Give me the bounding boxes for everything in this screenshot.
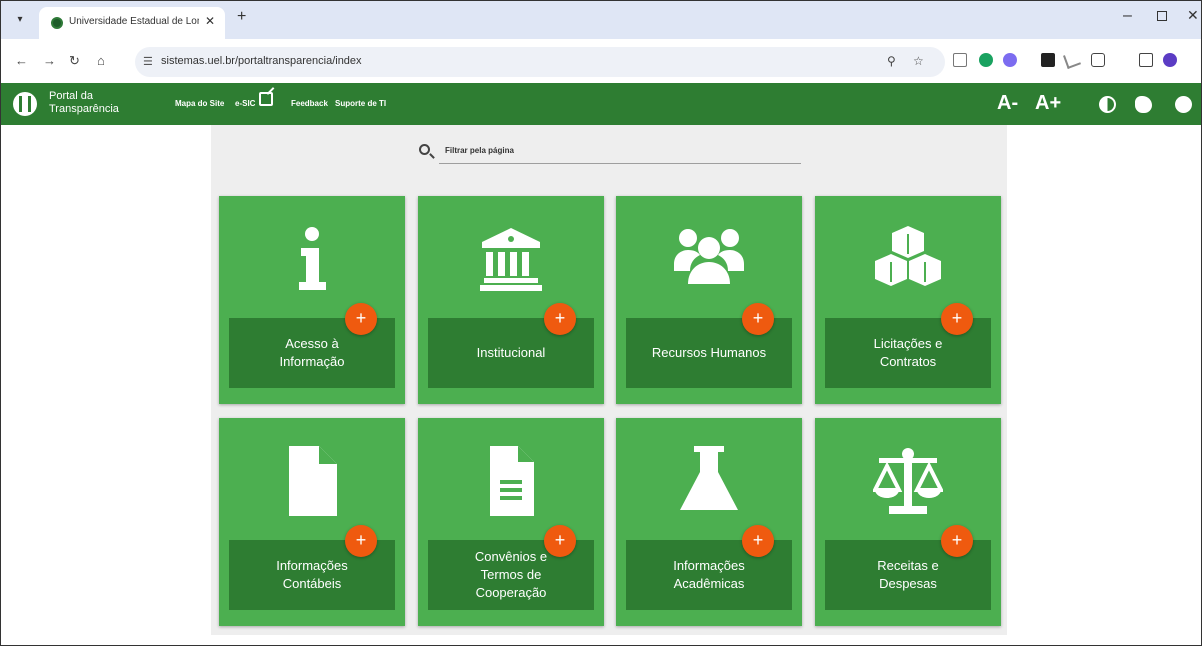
tab-favicon-icon: [51, 17, 63, 29]
site-info-icon[interactable]: ☰: [143, 55, 153, 68]
expand-plus-button[interactable]: +: [742, 303, 774, 335]
extension-icon[interactable]: [953, 53, 967, 67]
card-label-line: Termos de: [480, 567, 542, 582]
cubes-icon: [873, 224, 943, 294]
card-label-line: Informações: [276, 558, 348, 573]
forward-icon[interactable]: →: [43, 53, 56, 68]
balance-scale-icon: [871, 446, 945, 516]
card-users[interactable]: Recursos Humanos +: [616, 196, 802, 404]
uel-logo-icon[interactable]: [13, 92, 37, 116]
extension-eyedropper-icon[interactable]: [1063, 51, 1081, 69]
menu-feedback[interactable]: Feedback: [291, 99, 328, 108]
users-icon: [674, 224, 744, 294]
card-document[interactable]: Convênios e Termos de Cooperação +: [418, 418, 604, 626]
menu-esic[interactable]: e-SIC: [235, 99, 255, 108]
card-label-line: Cooperação: [475, 585, 547, 600]
info-icon: [277, 224, 347, 294]
external-link-icon[interactable]: [259, 92, 273, 106]
expand-plus-button[interactable]: +: [345, 525, 377, 557]
expand-plus-button[interactable]: +: [742, 525, 774, 557]
card-label-line: Acadêmicas: [673, 576, 745, 591]
brand-line-1: Portal da: [49, 90, 94, 102]
browser-tab[interactable]: Universidade Estadual de Londri ✕: [39, 7, 225, 39]
window-close-icon[interactable]: ✕: [1187, 7, 1199, 24]
card-institution[interactable]: Institucional +: [418, 196, 604, 404]
filter-input[interactable]: Filtrar pela página: [445, 146, 514, 155]
expand-plus-button[interactable]: +: [345, 303, 377, 335]
document-icon: [476, 446, 546, 516]
tab-search-chevron-icon[interactable]: ▾: [11, 11, 29, 29]
card-label-line: Receitas e: [877, 558, 939, 573]
extension-purple-icon[interactable]: [1003, 53, 1017, 67]
url-text: sistemas.uel.br/portaltransparencia/inde…: [161, 55, 362, 67]
expand-plus-button[interactable]: +: [544, 525, 576, 557]
menu-mapa-do-site[interactable]: Mapa do Site: [175, 99, 224, 108]
bookmark-star-icon[interactable]: ☆: [913, 54, 924, 68]
font-increase-button[interactable]: A+: [1035, 92, 1061, 115]
card-balance-scale[interactable]: Receitas e Despesas +: [815, 418, 1001, 626]
card-info[interactable]: Acesso à Informação +: [219, 196, 405, 404]
reload-icon[interactable]: ↻: [69, 53, 80, 69]
accessibility-icon[interactable]: [1175, 96, 1192, 113]
extensions-puzzle-icon[interactable]: [1091, 53, 1105, 67]
card-label-line: Institucional: [476, 345, 546, 360]
file-icon: [277, 446, 347, 516]
card-label-line: Recursos Humanos: [651, 345, 767, 360]
card-label-line: Acesso à: [285, 336, 339, 351]
font-decrease-button[interactable]: A-: [997, 92, 1018, 115]
portal-brand[interactable]: Portal da Transparência: [49, 90, 119, 116]
contrast-icon[interactable]: [1099, 96, 1116, 113]
zoom-icon[interactable]: ⚲: [887, 54, 896, 68]
sidepanel-icon[interactable]: [1139, 53, 1153, 67]
sign-language-icon[interactable]: [1135, 96, 1152, 113]
site-header: Portal da Transparência Mapa do Site e-S…: [1, 83, 1201, 125]
expand-plus-button[interactable]: +: [941, 303, 973, 335]
card-label-line: Convênios e: [474, 549, 548, 564]
expand-plus-button[interactable]: +: [544, 303, 576, 335]
card-label-line: Licitações e: [873, 336, 943, 351]
card-label-line: Informação: [279, 354, 345, 369]
card-label-line: Contábeis: [282, 576, 342, 591]
card-label-line: Contratos: [879, 354, 937, 369]
menu-suporte-ti[interactable]: Suporte de TI: [335, 99, 386, 108]
brand-line-2: Transparência: [49, 103, 119, 115]
extension-dark-icon[interactable]: [1041, 53, 1055, 67]
tab-close-icon[interactable]: ✕: [205, 14, 215, 28]
card-label-line: Informações: [673, 558, 745, 573]
address-bar[interactable]: ☰ sistemas.uel.br/portaltransparencia/in…: [135, 47, 945, 77]
minimize-icon[interactable]: –: [1123, 7, 1132, 25]
card-cubes[interactable]: Licitações e Contratos +: [815, 196, 1001, 404]
card-flask[interactable]: Informações Acadêmicas +: [616, 418, 802, 626]
filter-underline: [439, 163, 801, 164]
card-label-line: Despesas: [879, 576, 937, 591]
back-icon[interactable]: ←: [15, 53, 28, 68]
browser-toolbar: ← → ↻ ⌂ ☰ sistemas.uel.br/portaltranspar…: [1, 39, 1201, 83]
card-file[interactable]: Informações Contábeis +: [219, 418, 405, 626]
expand-plus-button[interactable]: +: [941, 525, 973, 557]
institution-icon: [476, 224, 546, 294]
browser-tab-strip: ▾ Universidade Estadual de Londri ✕ + – …: [1, 1, 1201, 39]
extension-green-icon[interactable]: [979, 53, 993, 67]
maximize-icon[interactable]: [1157, 11, 1167, 21]
profile-avatar[interactable]: [1163, 53, 1177, 67]
tab-title: Universidade Estadual de Londri: [69, 16, 199, 27]
new-tab-button[interactable]: +: [237, 8, 246, 26]
search-icon: [419, 144, 430, 155]
flask-icon: [674, 446, 744, 516]
home-icon[interactable]: ⌂: [97, 53, 105, 68]
